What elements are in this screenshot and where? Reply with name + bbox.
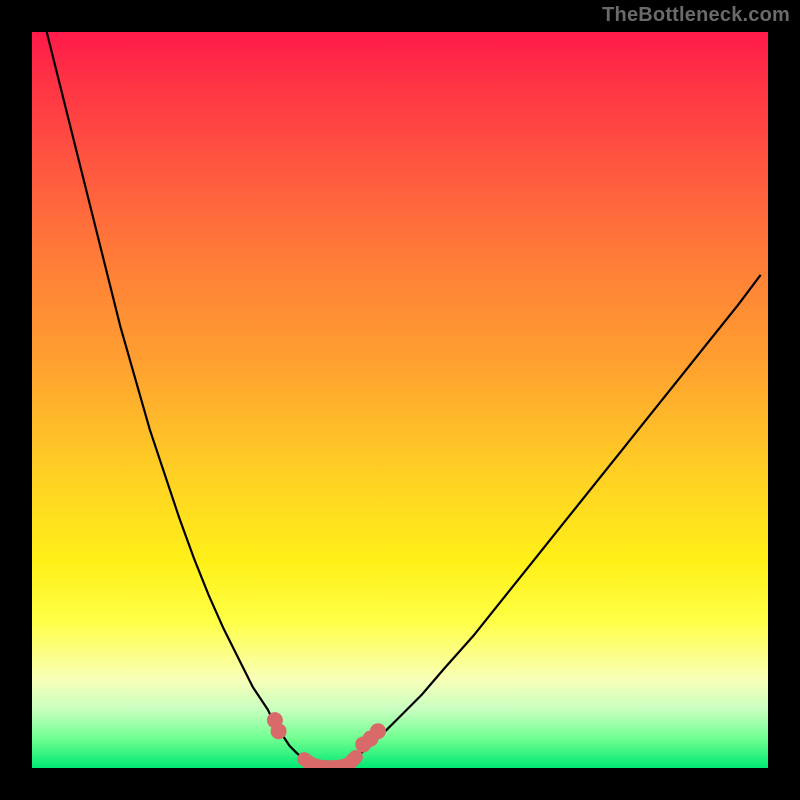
data-marker (271, 723, 287, 739)
right-curve (356, 275, 761, 757)
data-marker (370, 723, 386, 739)
left-marker-cluster (267, 712, 287, 739)
curve-overlay (32, 32, 768, 768)
trough-fill (304, 757, 356, 767)
left-curve (47, 32, 305, 759)
watermark-text: TheBottleneck.com (602, 4, 790, 27)
right-marker-cluster (355, 723, 386, 752)
